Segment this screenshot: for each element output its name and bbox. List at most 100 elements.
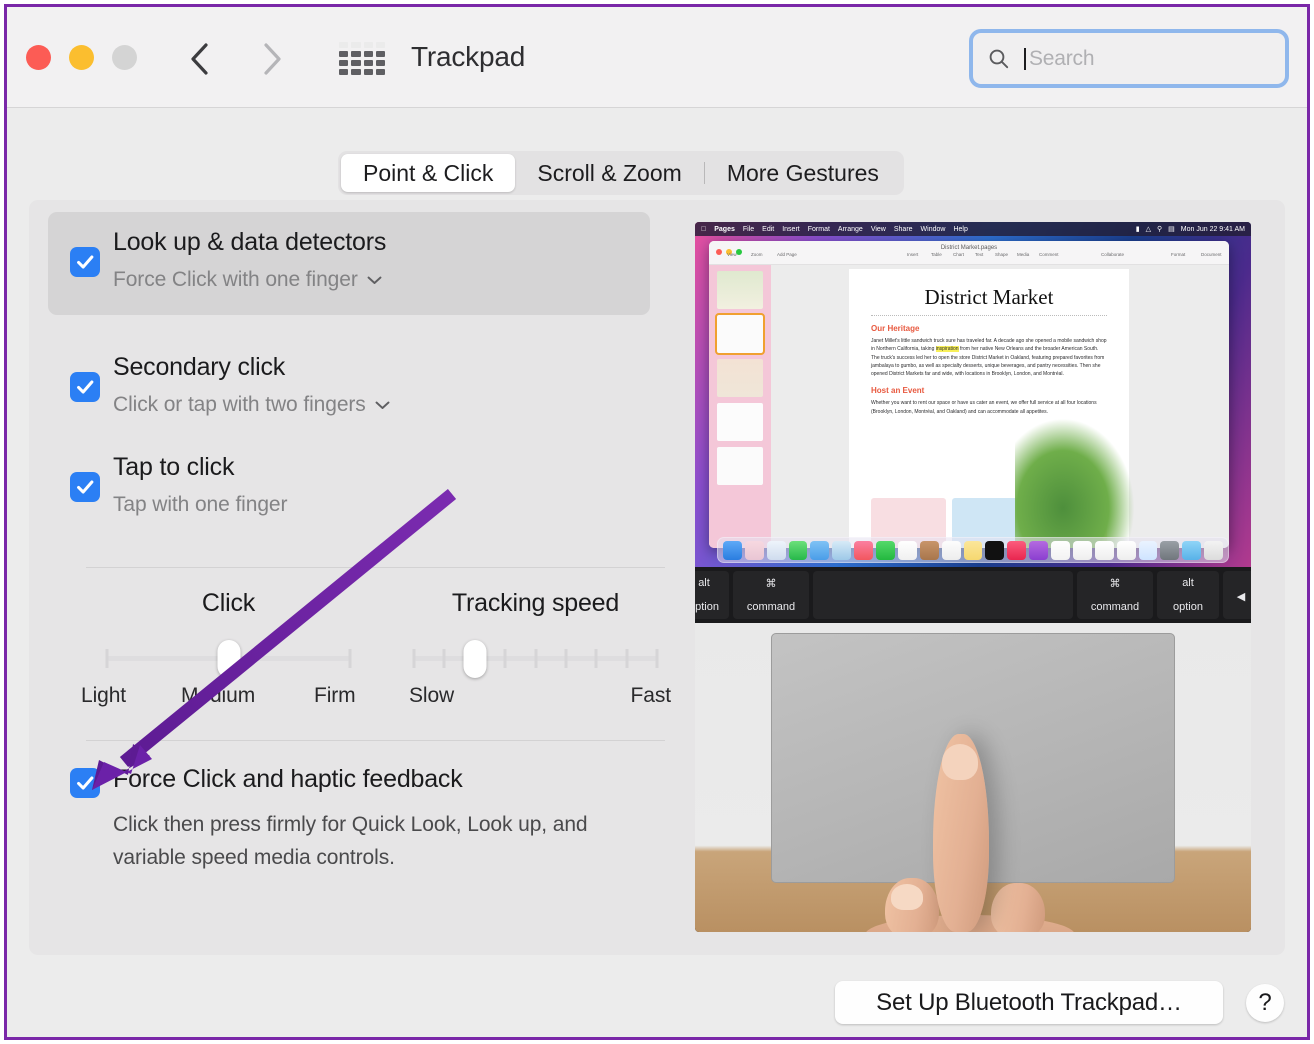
option-title-secondary-click: Secondary click <box>113 353 286 381</box>
pages-tool-table: Table <box>931 252 942 257</box>
menubar-status-icons: ▮ △ ⚲ ▤ Mon Jun 22 9:41 AM <box>1136 225 1245 234</box>
search-text-caret <box>1024 47 1026 70</box>
dock-icon-photos[interactable] <box>854 540 874 560</box>
option-title-tap-to-click: Tap to click <box>113 453 235 481</box>
pages-tool-document: Document <box>1201 252 1222 257</box>
search-field[interactable]: Search <box>969 29 1289 88</box>
apple-logo-icon:  <box>701 226 706 233</box>
back-chevron-icon[interactable] <box>180 35 222 83</box>
slider-label-light: Light <box>81 684 127 707</box>
option-sub-look-up: Force Click with one finger <box>113 268 358 291</box>
dock-icon-launchpad[interactable] <box>744 540 764 560</box>
checkbox-tap-to-click[interactable] <box>70 472 100 502</box>
maximize-window-button[interactable] <box>112 45 137 70</box>
mac-desktop-screenshot:  Pages File Edit Insert Format Arrange … <box>695 222 1251 567</box>
pages-tool-format: Format <box>1171 252 1186 257</box>
forward-chevron-icon[interactable] <box>250 35 292 83</box>
set-up-bluetooth-trackpad-button[interactable]: Set Up Bluetooth Trackpad… <box>835 981 1223 1024</box>
dock-icon-facetime[interactable] <box>876 540 895 560</box>
dock-icon-app-store[interactable] <box>1138 540 1158 560</box>
tab-more-gestures[interactable]: More Gestures <box>705 154 901 192</box>
pages-document-canvas: District Market Our Heritage Janet Mille… <box>771 265 1229 548</box>
slider-tracking-track[interactable] <box>412 640 659 678</box>
dock-icon-notes[interactable] <box>963 540 983 560</box>
checkmark-icon <box>77 776 94 790</box>
slider-tick <box>442 649 446 668</box>
dock-icon-mail[interactable] <box>810 540 830 560</box>
slider-label-click: Click <box>201 589 256 617</box>
menubar-item: Share <box>888 225 913 233</box>
option-sub-secondary-click: Click or tap with two fingers <box>113 393 366 416</box>
dock-icon-finder[interactable] <box>722 540 742 560</box>
tab-scroll-and-zoom[interactable]: Scroll & Zoom <box>515 154 703 192</box>
dock-icon-reminders[interactable] <box>941 540 961 560</box>
option-row-look-up[interactable]: Look up & data detectors Force Click wit… <box>48 212 650 315</box>
spotlight-icon: ⚲ <box>1157 226 1163 233</box>
option-sub-tap-to-click: Tap with one finger <box>113 493 288 516</box>
pages-tool-text: Text <box>975 252 984 257</box>
checkmark-icon <box>77 480 94 494</box>
search-input[interactable]: Search <box>1029 47 1095 71</box>
menubar-item: Edit <box>756 225 774 233</box>
option-dropdown-look-up[interactable]: Force Click with one finger <box>113 268 382 292</box>
page-thumbnail[interactable] <box>717 271 763 309</box>
pages-tool-zoom: Zoom <box>751 252 763 257</box>
pages-document-name: District Market.pages <box>940 245 998 251</box>
pages-tool-comment: Comment <box>1039 252 1059 257</box>
dock-icon-calendar[interactable] <box>897 540 917 560</box>
close-window-button[interactable] <box>26 45 51 70</box>
key-top-label: alt <box>1182 577 1194 589</box>
dock-icon-contacts[interactable] <box>919 540 939 560</box>
slider-click-track[interactable] <box>105 640 352 678</box>
slider-tracking-group: Tracking speed Slow Fast <box>409 589 671 719</box>
show-all-grid-icon[interactable] <box>339 42 385 75</box>
dock-icon-numbers[interactable] <box>1094 540 1114 560</box>
page-thumbnail-selected[interactable] <box>715 313 765 355</box>
control-center-icon: ▤ <box>1168 226 1175 233</box>
dock-icon-messages[interactable] <box>788 540 808 560</box>
dock-icon-podcasts[interactable] <box>1029 540 1049 560</box>
option-row-tap-to-click[interactable]: Tap to click Tap with one finger <box>48 440 650 538</box>
dock-icon-music[interactable] <box>1007 540 1027 560</box>
document-rule <box>871 315 1107 316</box>
mac-menu-bar:  Pages File Edit Insert Format Arrange … <box>695 222 1251 236</box>
dock-icon-screenshot[interactable] <box>1182 540 1202 560</box>
slider-tick <box>348 649 352 668</box>
checkbox-force-click[interactable] <box>70 768 100 798</box>
dock-icon-maps[interactable] <box>832 540 852 560</box>
page-thumbnail[interactable] <box>717 403 763 441</box>
slider-label-tracking-speed: Tracking speed <box>451 589 620 617</box>
slider-tick <box>503 649 507 668</box>
tab-point-and-click[interactable]: Point & Click <box>341 154 516 192</box>
dock-icon-safari[interactable] <box>766 540 786 560</box>
pages-tool-insert: Insert <box>907 252 919 257</box>
dock-icon-trash[interactable] <box>1204 540 1224 560</box>
dock-icon-news[interactable] <box>1051 540 1070 560</box>
finger-left <box>885 878 939 932</box>
settings-column: Look up & data detectors Force Click wit… <box>29 200 674 955</box>
option-row-secondary-click[interactable]: Secondary click Click or tap with two fi… <box>48 340 650 438</box>
dock-icon-pages[interactable] <box>1116 540 1136 560</box>
window-titlebar: Trackpad Search <box>7 7 1307 108</box>
dock-icon-appletv[interactable] <box>985 540 1005 560</box>
page-thumbnail[interactable] <box>717 359 763 397</box>
checkbox-look-up[interactable] <box>70 247 100 277</box>
page-thumbnail[interactable] <box>717 447 763 485</box>
document-body-event: Whether you want to rent our space or ha… <box>871 400 1097 415</box>
trackpad-demo-video[interactable]:  Pages File Edit Insert Format Arrange … <box>695 222 1251 932</box>
option-dropdown-secondary-click[interactable]: Click or tap with two fingers <box>113 393 390 417</box>
macbook-keyboard-row: alt option ⌘ command ⌘ command alt opti <box>695 567 1251 623</box>
page-title: Trackpad <box>411 41 526 72</box>
key-spacebar <box>813 571 1073 619</box>
slider-knob-tracking-speed[interactable] <box>463 640 487 678</box>
menubar-item: View <box>865 225 886 233</box>
slider-tick <box>412 649 416 668</box>
checkbox-secondary-click[interactable] <box>70 372 100 402</box>
pages-tool-view: View <box>727 252 737 257</box>
slider-knob-click[interactable] <box>217 640 240 678</box>
minimize-window-button[interactable] <box>69 45 94 70</box>
dock-icon-system-preferences[interactable] <box>1160 540 1180 560</box>
help-button[interactable]: ? <box>1246 984 1284 1022</box>
divider-bottom <box>86 740 665 741</box>
dock-icon-keynote[interactable] <box>1072 540 1092 560</box>
